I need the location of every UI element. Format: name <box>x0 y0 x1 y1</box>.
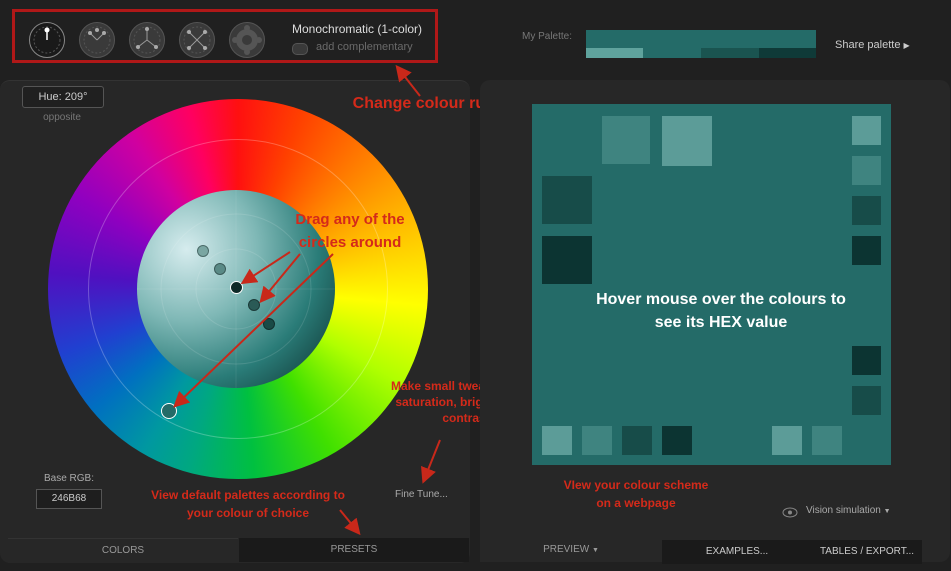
palette-swatch-base[interactable] <box>586 30 816 48</box>
preview-swatch[interactable] <box>582 426 612 455</box>
chevron-down-icon: ▼ <box>883 508 891 515</box>
tab-tables-export[interactable]: TABLES / EXPORT... <box>812 540 922 564</box>
tab-colors[interactable]: COLORS <box>8 538 238 563</box>
chevron-down-icon: ▼ <box>591 547 599 554</box>
annotation-hover: Hover mouse over the colours to see its … <box>596 291 846 331</box>
preview-swatch[interactable] <box>662 116 712 166</box>
eye-icon <box>782 505 798 523</box>
preview-swatch[interactable] <box>772 426 802 455</box>
preview-swatch[interactable] <box>542 176 592 224</box>
triad-rule-button[interactable] <box>129 22 165 58</box>
adjacent-rule-button[interactable] <box>79 22 115 58</box>
palette-swatch-light[interactable] <box>586 48 643 58</box>
preview-swatch[interactable] <box>622 426 652 455</box>
annotation-presets: View default palettes according to your … <box>151 488 345 520</box>
preview-swatch[interactable] <box>852 196 881 225</box>
annotation-drag: Drag any of the circles around <box>295 211 405 251</box>
palette-swatch-mid[interactable] <box>643 48 701 58</box>
preview-swatch[interactable] <box>852 236 881 265</box>
tab-preview[interactable]: PREVIEW ▼ <box>480 538 662 562</box>
chevron-right-icon: ▶ <box>903 41 910 50</box>
monochromatic-icon <box>33 26 61 54</box>
tab-preview-label: PREVIEW <box>543 544 590 555</box>
triad-icon <box>133 26 161 54</box>
preview-swatch[interactable] <box>542 426 572 455</box>
share-palette-button[interactable]: Share palette ▶ <box>835 39 910 51</box>
preview-swatch[interactable] <box>602 116 650 164</box>
base-rgb-label: Base RGB: <box>43 473 95 484</box>
monochromatic-rule-button[interactable] <box>29 22 65 58</box>
fine-tune-button[interactable]: Fine Tune... <box>395 489 448 500</box>
share-palette-label: Share palette <box>835 39 901 51</box>
free-style-rule-button[interactable] <box>229 22 265 58</box>
tetrad-icon <box>183 26 211 54</box>
preview-swatch[interactable] <box>812 426 842 455</box>
base-color-handle[interactable] <box>230 281 243 294</box>
add-complementary-toggle[interactable] <box>292 43 308 55</box>
color-handle[interactable] <box>248 299 260 311</box>
gear-icon <box>232 25 262 55</box>
palette-strip[interactable] <box>586 30 816 58</box>
base-rgb-input[interactable]: 246B68 <box>36 489 102 509</box>
preview-swatch[interactable] <box>852 116 881 145</box>
preview-canvas[interactable] <box>532 104 891 465</box>
hue-handle[interactable] <box>161 403 177 419</box>
palette-swatch-dark[interactable] <box>701 48 759 58</box>
hue-value[interactable]: Hue: 209° <box>22 86 104 108</box>
hue-sub-label: opposite <box>43 112 81 123</box>
vision-simulation-button[interactable]: Vision simulation ▼ <box>806 505 891 516</box>
preview-swatch[interactable] <box>542 236 592 284</box>
scheme-title: Monochromatic (1-color) <box>292 22 423 36</box>
preview-swatch[interactable] <box>852 346 881 375</box>
color-handle[interactable] <box>197 245 209 257</box>
tab-examples[interactable]: EXAMPLES... <box>662 540 812 564</box>
color-handle[interactable] <box>214 263 226 275</box>
tetrad-rule-button[interactable] <box>179 22 215 58</box>
adjacent-icon <box>83 26 111 54</box>
preview-swatch[interactable] <box>852 386 881 415</box>
vision-simulation-label: Vision simulation <box>806 505 881 516</box>
tab-presets[interactable]: PRESETS <box>239 538 469 562</box>
annotation-webpage: VIew your colour scheme on a webpage <box>563 478 709 510</box>
color-rules-highlight <box>12 9 438 63</box>
preview-swatch[interactable] <box>662 426 692 455</box>
my-palette-label: My Palette: <box>522 31 573 42</box>
color-handle[interactable] <box>263 318 275 330</box>
palette-swatch-darker[interactable] <box>759 48 816 58</box>
preview-swatch[interactable] <box>852 156 881 185</box>
add-complementary-label: add complementary <box>316 41 413 53</box>
